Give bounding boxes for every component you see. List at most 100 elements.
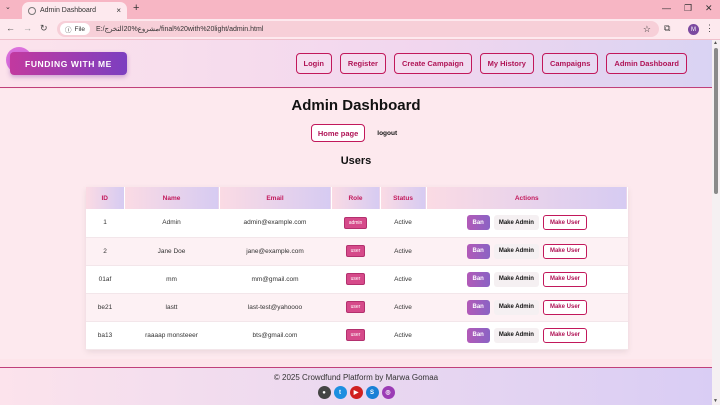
home-page-button[interactable]: Home page [310,124,366,142]
role-badge: user [345,245,366,257]
cell-email: last-test@yahoooo [219,293,331,322]
ban-button[interactable]: Ban [466,299,490,315]
users-table: ID Name Email Role Status Actions 1 Admin… [86,187,628,350]
cell-status: Active [380,209,426,238]
ban-button[interactable]: Ban [466,327,490,343]
cell-actions: Ban Make Admin Make User [426,265,628,294]
col-status: Status [380,187,427,209]
skype-icon[interactable]: S [365,386,379,399]
make-admin-button[interactable]: Make Admin [493,327,539,343]
puzzle-icon[interactable]: ⧉ [664,23,670,34]
site-info-chip[interactable]: ⓘ File [60,23,90,35]
ban-button[interactable]: Ban [466,215,490,231]
cell-role: user [331,321,380,350]
cell-name: mm [124,265,219,294]
make-user-button[interactable]: Make User [542,215,587,231]
table-header-row: ID Name Email Role Status Actions [86,187,628,209]
cell-role: admin [331,209,380,238]
cell-name: raaaap monsteeer [124,321,219,350]
cell-status: Active [380,265,426,294]
youtube-icon[interactable]: ▶ [349,386,363,399]
make-user-button[interactable]: Make User [542,299,587,315]
main-nav: Login Register Create Campaign My Histor… [295,53,687,74]
main-content: Admin Dashboard Home page logout Users I… [0,89,712,359]
site-logo[interactable]: FUNDING WITH ME [10,52,127,75]
make-admin-button[interactable]: Make Admin [493,299,539,315]
cell-email: jane@example.com [219,237,331,266]
ban-button[interactable]: Ban [466,271,490,287]
cell-status: Active [380,293,426,322]
role-badge: user [345,273,366,285]
cell-actions: Ban Make Admin Make User [426,293,628,322]
nav-admin-dashboard[interactable]: Admin Dashboard [606,53,687,74]
page-actions: Home page logout [0,124,712,142]
cell-id: 1 [86,209,124,238]
table-row: 2 Jane Doe jane@example.com user Active Ban Ma… [86,237,628,266]
arrow-left-icon[interactable]: ← [6,23,15,33]
cell-status: Active [380,237,426,266]
logout-button[interactable]: logout [373,130,401,137]
scroll-down-icon[interactable]: ▼ [713,398,718,404]
make-admin-button[interactable]: Make Admin [493,243,539,259]
maximize-icon[interactable]: ❐ [684,3,692,14]
cell-actions: Ban Make Admin Make User [426,321,628,350]
twitter-icon[interactable]: t [333,386,347,399]
make-user-button[interactable]: Make User [542,327,587,343]
cell-name: Jane Doe [124,237,219,266]
nav-my-history[interactable]: My History [479,53,534,74]
browser-toolbar: ← → ↻ ⓘ File E:/مشروع%20التخرج/final%20w… [0,19,720,40]
instagram-icon[interactable]: ◎ [381,386,395,399]
section-title: Users [340,155,372,167]
tab-search-icon[interactable]: ⌄ [5,3,11,11]
col-email: Email [219,187,332,209]
profile-avatar[interactable]: M [688,24,699,35]
cell-email: bts@gmail.com [219,321,331,350]
cell-name: Admin [124,209,219,238]
nav-register[interactable]: Register [339,53,386,74]
cell-id: ba13 [86,321,124,350]
star-icon[interactable]: ☆ [643,24,651,35]
make-user-button[interactable]: Make User [542,243,587,259]
col-name: Name [124,187,220,209]
address-bar[interactable]: ⓘ File E:/مشروع%20التخرج/final%20with%20… [57,21,659,37]
role-badge: user [345,301,366,313]
globe-icon [28,6,36,15]
table-row: ba13 raaaap monsteeer bts@gmail.com user Act… [86,321,628,350]
social-links: ● t ▶ S ◎ [0,386,712,399]
tab-title: Admin Dashboard [40,7,97,14]
cell-id: be21 [86,293,124,322]
arrow-right-icon[interactable]: → [23,23,32,33]
web-page: FUNDING WITH ME Login Register Create Ca… [0,40,712,405]
cell-email: admin@example.com [219,209,331,238]
nav-login[interactable]: Login [295,53,332,74]
browser-tab-strip: ⌄ Admin Dashboard × + — ❐ ✕ [0,0,720,19]
cell-actions: Ban Make Admin Make User [426,209,628,238]
scroll-up-icon[interactable]: ▲ [713,40,718,46]
role-badge: admin [343,216,368,229]
cell-id: 2 [86,237,124,266]
ban-button[interactable]: Ban [466,243,490,259]
make-admin-button[interactable]: Make Admin [493,271,539,287]
make-user-button[interactable]: Make User [542,271,587,287]
table-row: 01af mm mm@gmail.com user Active Ban Make Admi… [86,265,628,294]
kebab-menu-icon[interactable]: ⋮ [705,23,714,34]
cell-status: Active [380,321,426,350]
new-tab-icon[interactable]: + [133,2,139,14]
nav-create-campaign[interactable]: Create Campaign [393,53,472,74]
make-admin-button[interactable]: Make Admin [493,215,539,231]
cell-role: user [331,265,380,294]
copyright-text: © 2025 Crowdfund Platform by Marwa Gomaa [273,373,439,382]
cell-role: user [331,293,380,322]
reload-icon[interactable]: ↻ [40,23,48,34]
close-window-icon[interactable]: ✕ [705,3,713,14]
nav-campaigns[interactable]: Campaigns [541,53,599,74]
browser-tab[interactable]: Admin Dashboard × [22,2,127,19]
table-row: 1 Admin admin@example.com admin Active Ban Mak… [86,209,628,238]
cell-id: 01af [86,265,124,294]
github-icon[interactable]: ● [317,386,331,399]
minimize-icon[interactable]: — [662,3,671,13]
site-header: FUNDING WITH ME Login Register Create Ca… [0,40,712,88]
close-tab-icon[interactable]: × [116,6,121,15]
scrollbar-thumb[interactable] [714,48,718,194]
site-footer: © 2025 Crowdfund Platform by Marwa Gomaa… [0,367,712,405]
